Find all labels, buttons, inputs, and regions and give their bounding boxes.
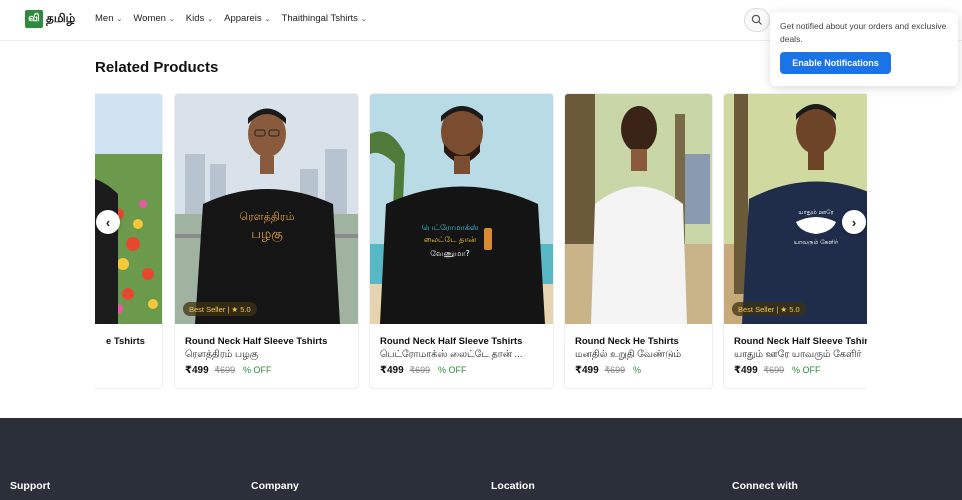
logo-text: தமிழ் <box>46 11 76 25</box>
product-card[interactable]: யாதும் ஊரே யாவரும் கேளிர் Best Seller | … <box>723 93 867 389</box>
logo-badge: வி <box>25 10 43 28</box>
product-card[interactable]: Round Neck He Tshirts மனதில் உறுதி வேண்ட… <box>564 93 713 389</box>
price: ₹499 <box>380 365 404 376</box>
footer-heading-location: Location <box>491 480 535 492</box>
product-card[interactable]: e Tshirts <box>95 93 163 389</box>
mrp: ₹699 <box>214 365 236 375</box>
product-subtitle: மனதில் உறுதி வேண்டும் <box>575 349 682 360</box>
chevron-left-icon: ‹ <box>105 214 111 230</box>
enable-notifications-button[interactable]: Enable Notifications <box>780 52 891 74</box>
price: ₹499 <box>575 365 599 376</box>
nav-item-men[interactable]: Men ⌄ <box>95 13 122 24</box>
product-image: யாதும் ஊரே யாவரும் கேளிர் <box>724 94 867 324</box>
product-title: Round Neck Half Sleeve Tshirts <box>185 336 328 347</box>
svg-text:ரௌத்திரம்: ரௌத்திரம் <box>240 210 295 223</box>
product-title: Round Neck Half Sleeve Tshirts <box>734 336 867 347</box>
price: ₹499 <box>734 365 758 376</box>
price-row: ₹499 ₹699 % <box>575 365 641 376</box>
product-subtitle: ரௌத்திரம் பழகு <box>185 349 259 360</box>
chevron-down-icon: ⌄ <box>207 15 214 23</box>
chevron-down-icon: ⌄ <box>264 15 271 23</box>
price-row: ₹499 ₹699 % OFF <box>380 365 466 376</box>
site-footer: Support Company Location Connect with <box>0 418 962 500</box>
svg-text:லைட்டே தான்: லைட்டே தான் <box>424 235 477 244</box>
footer-heading-connect: Connect with <box>732 480 798 492</box>
svg-text:வேணுமா?: வேணுமா? <box>430 249 469 259</box>
popup-text: Get notified about your orders and exclu… <box>780 21 947 44</box>
carousel-next-button[interactable]: › <box>842 210 866 234</box>
price: ₹499 <box>185 365 209 376</box>
notification-popup: Get notified about your orders and exclu… <box>770 12 958 86</box>
section-title: Related Products <box>95 59 219 76</box>
nav-item-kids[interactable]: Kids ⌄ <box>186 13 213 24</box>
footer-heading-support: Support <box>10 480 51 492</box>
nav-item-apparels[interactable]: Appareis ⌄ <box>224 13 270 24</box>
svg-text:யாதும் ஊரே: யாதும் ஊரே <box>798 209 834 216</box>
mrp: ₹699 <box>604 365 626 375</box>
discount: % OFF <box>242 365 272 375</box>
chevron-down-icon: ⌄ <box>360 15 367 23</box>
nav-item-thaithingal[interactable]: Thaithingal Tshirts ⌄ <box>282 13 367 24</box>
product-title: e Tshirts <box>106 336 145 347</box>
product-image: பெட்ரோமாக்ஸ் லைட்டே தான் வேணுமா? <box>370 94 553 324</box>
svg-text:யாவரும் கேளிர்: யாவரும் கேளிர் <box>794 239 839 246</box>
price-row: ₹499 ₹699 % OFF <box>734 365 820 376</box>
related-products-carousel: e Tshirts ரௌத்திரம் பழகு Best Seller | ★… <box>95 93 867 389</box>
chevron-down-icon: ⌄ <box>168 15 175 23</box>
logo[interactable]: வி தமிழ் <box>25 10 75 28</box>
footer-heading-company: Company <box>251 480 299 492</box>
product-card[interactable]: பெட்ரோமாக்ஸ் லைட்டே தான் வேணுமா? Round N… <box>369 93 554 389</box>
nav-item-women[interactable]: Women ⌄ <box>133 13 174 24</box>
best-seller-badge: Best Seller | ★ 5.0 <box>183 302 257 316</box>
product-subtitle: யாதும் ஊரே யாவரும் கேளிர் <box>734 349 862 360</box>
price-row: ₹499 ₹699 % OFF <box>185 365 271 376</box>
mrp: ₹699 <box>763 365 785 375</box>
discount: % OFF <box>437 365 467 375</box>
chevron-right-icon: › <box>851 214 857 230</box>
search-button[interactable] <box>744 8 770 32</box>
product-image <box>565 94 712 324</box>
discount: % <box>632 365 641 375</box>
svg-text:பெட்ரோமாக்ஸ்: பெட்ரோமாக்ஸ் <box>422 223 479 232</box>
discount: % OFF <box>791 365 821 375</box>
best-seller-badge: Best Seller | ★ 5.0 <box>732 302 806 316</box>
product-subtitle: பெட்ரோமாக்ஸ் லைட்டே தான் ... <box>380 349 523 360</box>
product-card[interactable]: ரௌத்திரம் பழகு Best Seller | ★ 5.0 Round… <box>174 93 359 389</box>
svg-text:பழகு: பழகு <box>251 227 283 242</box>
chevron-down-icon: ⌄ <box>116 15 123 23</box>
product-image <box>95 94 162 324</box>
mrp: ₹699 <box>409 365 431 375</box>
product-title: Round Neck Half Sleeve Tshirts <box>380 336 523 347</box>
search-icon <box>751 14 762 25</box>
product-title: Round Neck He Tshirts <box>575 336 679 347</box>
product-image: ரௌத்திரம் பழகு <box>175 94 358 324</box>
main-nav: Men ⌄ Women ⌄ Kids ⌄ Appareis ⌄ Thaithingal … <box>95 13 378 24</box>
carousel-prev-button[interactable]: ‹ <box>96 210 120 234</box>
